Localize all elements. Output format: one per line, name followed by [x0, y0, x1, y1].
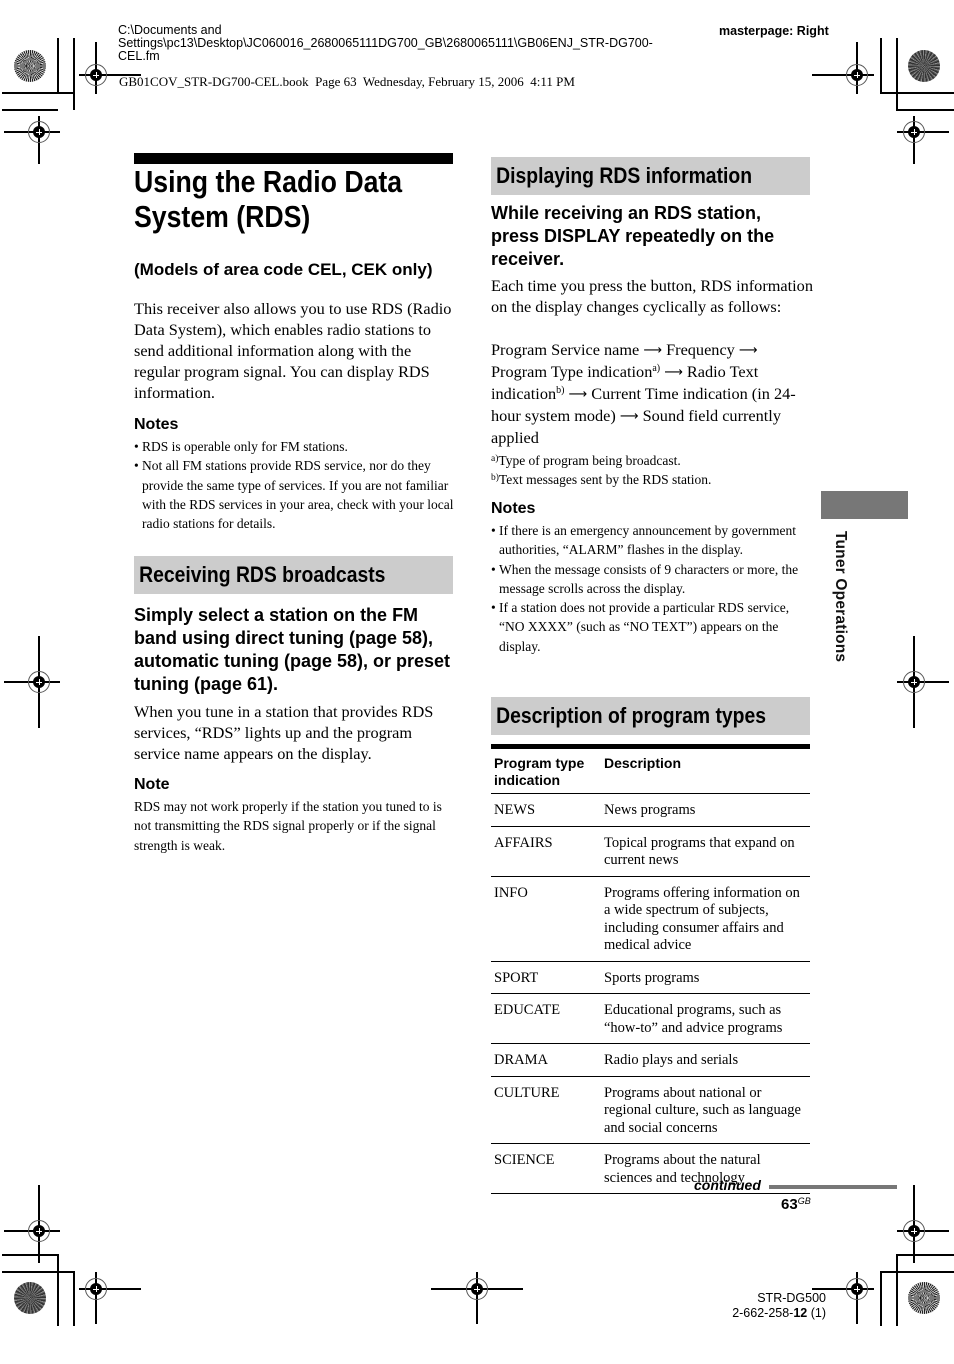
description-cell: Topical programs that expand on current …	[604, 834, 795, 869]
notes-list: RDS is operable only for FM stations. No…	[134, 437, 454, 533]
notes-heading: Notes	[134, 416, 179, 433]
section-header-program-types: Description of program types	[491, 697, 810, 735]
footnote-mark: b)	[491, 473, 499, 483]
part-number-suffix: (1)	[807, 1306, 826, 1320]
file-path-line: CEL.fm	[118, 49, 160, 63]
program-type-cell: CULTURE	[494, 1084, 560, 1101]
description-cell: Radio plays and serials	[604, 1052, 739, 1068]
continued-label: continued	[694, 1177, 761, 1193]
page-title-line: Using the Radio Data	[134, 164, 403, 199]
footnotes: a)Type of program being broadcast. b)Tex…	[491, 451, 813, 489]
color-target-icon	[14, 50, 46, 82]
program-type-cell: EDUCATE	[494, 1002, 561, 1018]
cycle-item: Frequency	[666, 340, 735, 359]
description-cell: Programs offering information on a wide …	[604, 884, 800, 954]
table-row: AFFAIRS Topical programs that expand on c…	[491, 826, 810, 876]
program-type-cell: DRAMA	[494, 1052, 548, 1068]
section-header-displaying: Displaying RDS information	[491, 157, 810, 195]
chapter-label: Tuner Operations	[832, 531, 849, 663]
note-text: RDS may not work properly if the station…	[134, 799, 442, 853]
table-row: SPORT Sports programs	[491, 961, 810, 994]
program-type-cell: NEWS	[494, 802, 536, 818]
description-cell: Educational programs, such as “how-to” a…	[604, 1002, 783, 1036]
arrow-right-icon: ⟶	[664, 365, 683, 380]
cycle-item: Radio Text	[686, 362, 759, 381]
step-instruction: Simply select a station on the FM band u…	[134, 605, 451, 694]
column-header: Description	[604, 755, 682, 771]
note-item: When the message consists of 9 character…	[491, 560, 811, 599]
table-row: NEWS News programs	[491, 794, 810, 826]
display-cycle: Program Service name ⟶ Frequency ⟶ Progr…	[491, 339, 813, 448]
part-number: 2-662-258-12 (1)	[700, 1306, 826, 1321]
part-number-revision: 12	[793, 1306, 808, 1320]
arrow-right-icon: ⟶	[568, 387, 588, 402]
cycle-item: Program Type indication	[491, 362, 653, 381]
notes-heading: Notes	[491, 500, 536, 517]
note-heading: Note	[134, 776, 170, 793]
notes-list: If there is an emergency announcement by…	[491, 521, 811, 656]
color-target-icon	[908, 50, 940, 82]
model-number: STR-DG500	[757, 1291, 826, 1305]
color-target-icon	[14, 1282, 46, 1314]
page-title: Using the Radio Data System (RDS)	[134, 164, 418, 234]
display-paragraph: Each time you press the button, RDS info…	[491, 276, 813, 316]
column-header: Program type indication	[494, 755, 585, 788]
page-number-suffix: GB	[797, 1196, 811, 1206]
masterpage-label: masterpage: Right	[719, 24, 829, 38]
section-title: Displaying RDS information	[496, 163, 753, 188]
program-type-cell: AFFAIRS	[494, 834, 553, 851]
section-title: Description of program types	[496, 703, 767, 728]
receiving-paragraph: When you tune in a station that provides…	[134, 702, 434, 763]
description-cell: Programs about national or regional cult…	[604, 1084, 801, 1136]
footnote-ref: a)	[652, 363, 661, 374]
note-item: If there is an emergency announcement by…	[491, 521, 811, 560]
arrow-right-icon: ⟶	[643, 343, 663, 358]
note-item: If a station does not provide a particul…	[491, 598, 811, 656]
step-instruction: While receiving an RDS station, press DI…	[491, 203, 775, 269]
table-row: INFO Programs offering information on a w…	[491, 876, 810, 961]
note-item: RDS is operable only for FM stations.	[134, 437, 454, 457]
table-header-row: Program type indication Description	[491, 748, 810, 794]
program-types-table-wrap: Program type indication Description NEWS…	[491, 748, 810, 1194]
cycle-item: indication	[491, 384, 557, 403]
file-path-line: Settings\pc13\Desktop\JC060016_268006511…	[118, 36, 653, 50]
page-number: 63GB	[781, 1196, 811, 1213]
color-target-icon	[908, 1282, 940, 1314]
table-row: EDUCATE Educational programs, such as “ho…	[491, 994, 810, 1044]
continued-rule	[769, 1185, 897, 1189]
program-type-cell: SCIENCE	[494, 1152, 555, 1168]
page-title-line: System (RDS)	[134, 199, 311, 234]
program-type-cell: INFO	[494, 884, 528, 901]
description-cell: News programs	[604, 802, 696, 818]
part-number-prefix: 2-662-258-	[732, 1306, 794, 1320]
cycle-item: Program Service name	[491, 340, 640, 359]
footnote-text: Text messages sent by the RDS station.	[498, 472, 712, 487]
footnote-ref: b)	[556, 385, 565, 396]
file-path: C:\Documents and Settings\pc13\Desktop\J…	[118, 24, 718, 63]
table-row: CULTURE Programs about national or region…	[491, 1076, 810, 1144]
models-subheading: (Models of area code CEL, CEK only)	[134, 260, 433, 279]
table-row: SCIENCE Programs about the natural scienc…	[491, 1144, 810, 1194]
table-row: DRAMA Radio plays and serials	[491, 1044, 810, 1076]
table-body: NEWS News programs AFFAIRS Topical programs…	[491, 794, 810, 1194]
title-rule	[134, 153, 453, 164]
page-number-value: 63	[781, 1196, 798, 1213]
arrow-right-icon: ⟶	[738, 343, 758, 358]
arrow-right-icon: ⟶	[619, 409, 639, 424]
note-item: Not all FM stations provide RDS service,…	[134, 456, 454, 533]
footnote-text: Type of program being broadcast.	[498, 453, 681, 468]
footnote: b)Text messages sent by the RDS station.	[491, 470, 813, 489]
book-info: GB01COV_STR-DG700-CEL.book Page 63 Wedne…	[119, 74, 575, 89]
intro-paragraph: This receiver also allows you to use RDS…	[134, 299, 452, 402]
section-header-receiving: Receiving RDS broadcasts	[134, 556, 453, 594]
description-cell: Sports programs	[604, 969, 700, 986]
chapter-tab	[821, 491, 908, 519]
model-info: STR-DG500 2-662-258-12 (1)	[700, 1291, 826, 1321]
footnote: a)Type of program being broadcast.	[491, 451, 813, 470]
program-type-cell: SPORT	[494, 969, 539, 986]
section-title: Receiving RDS broadcasts	[139, 562, 386, 587]
program-types-table: Program type indication Description NEWS…	[491, 748, 810, 1194]
